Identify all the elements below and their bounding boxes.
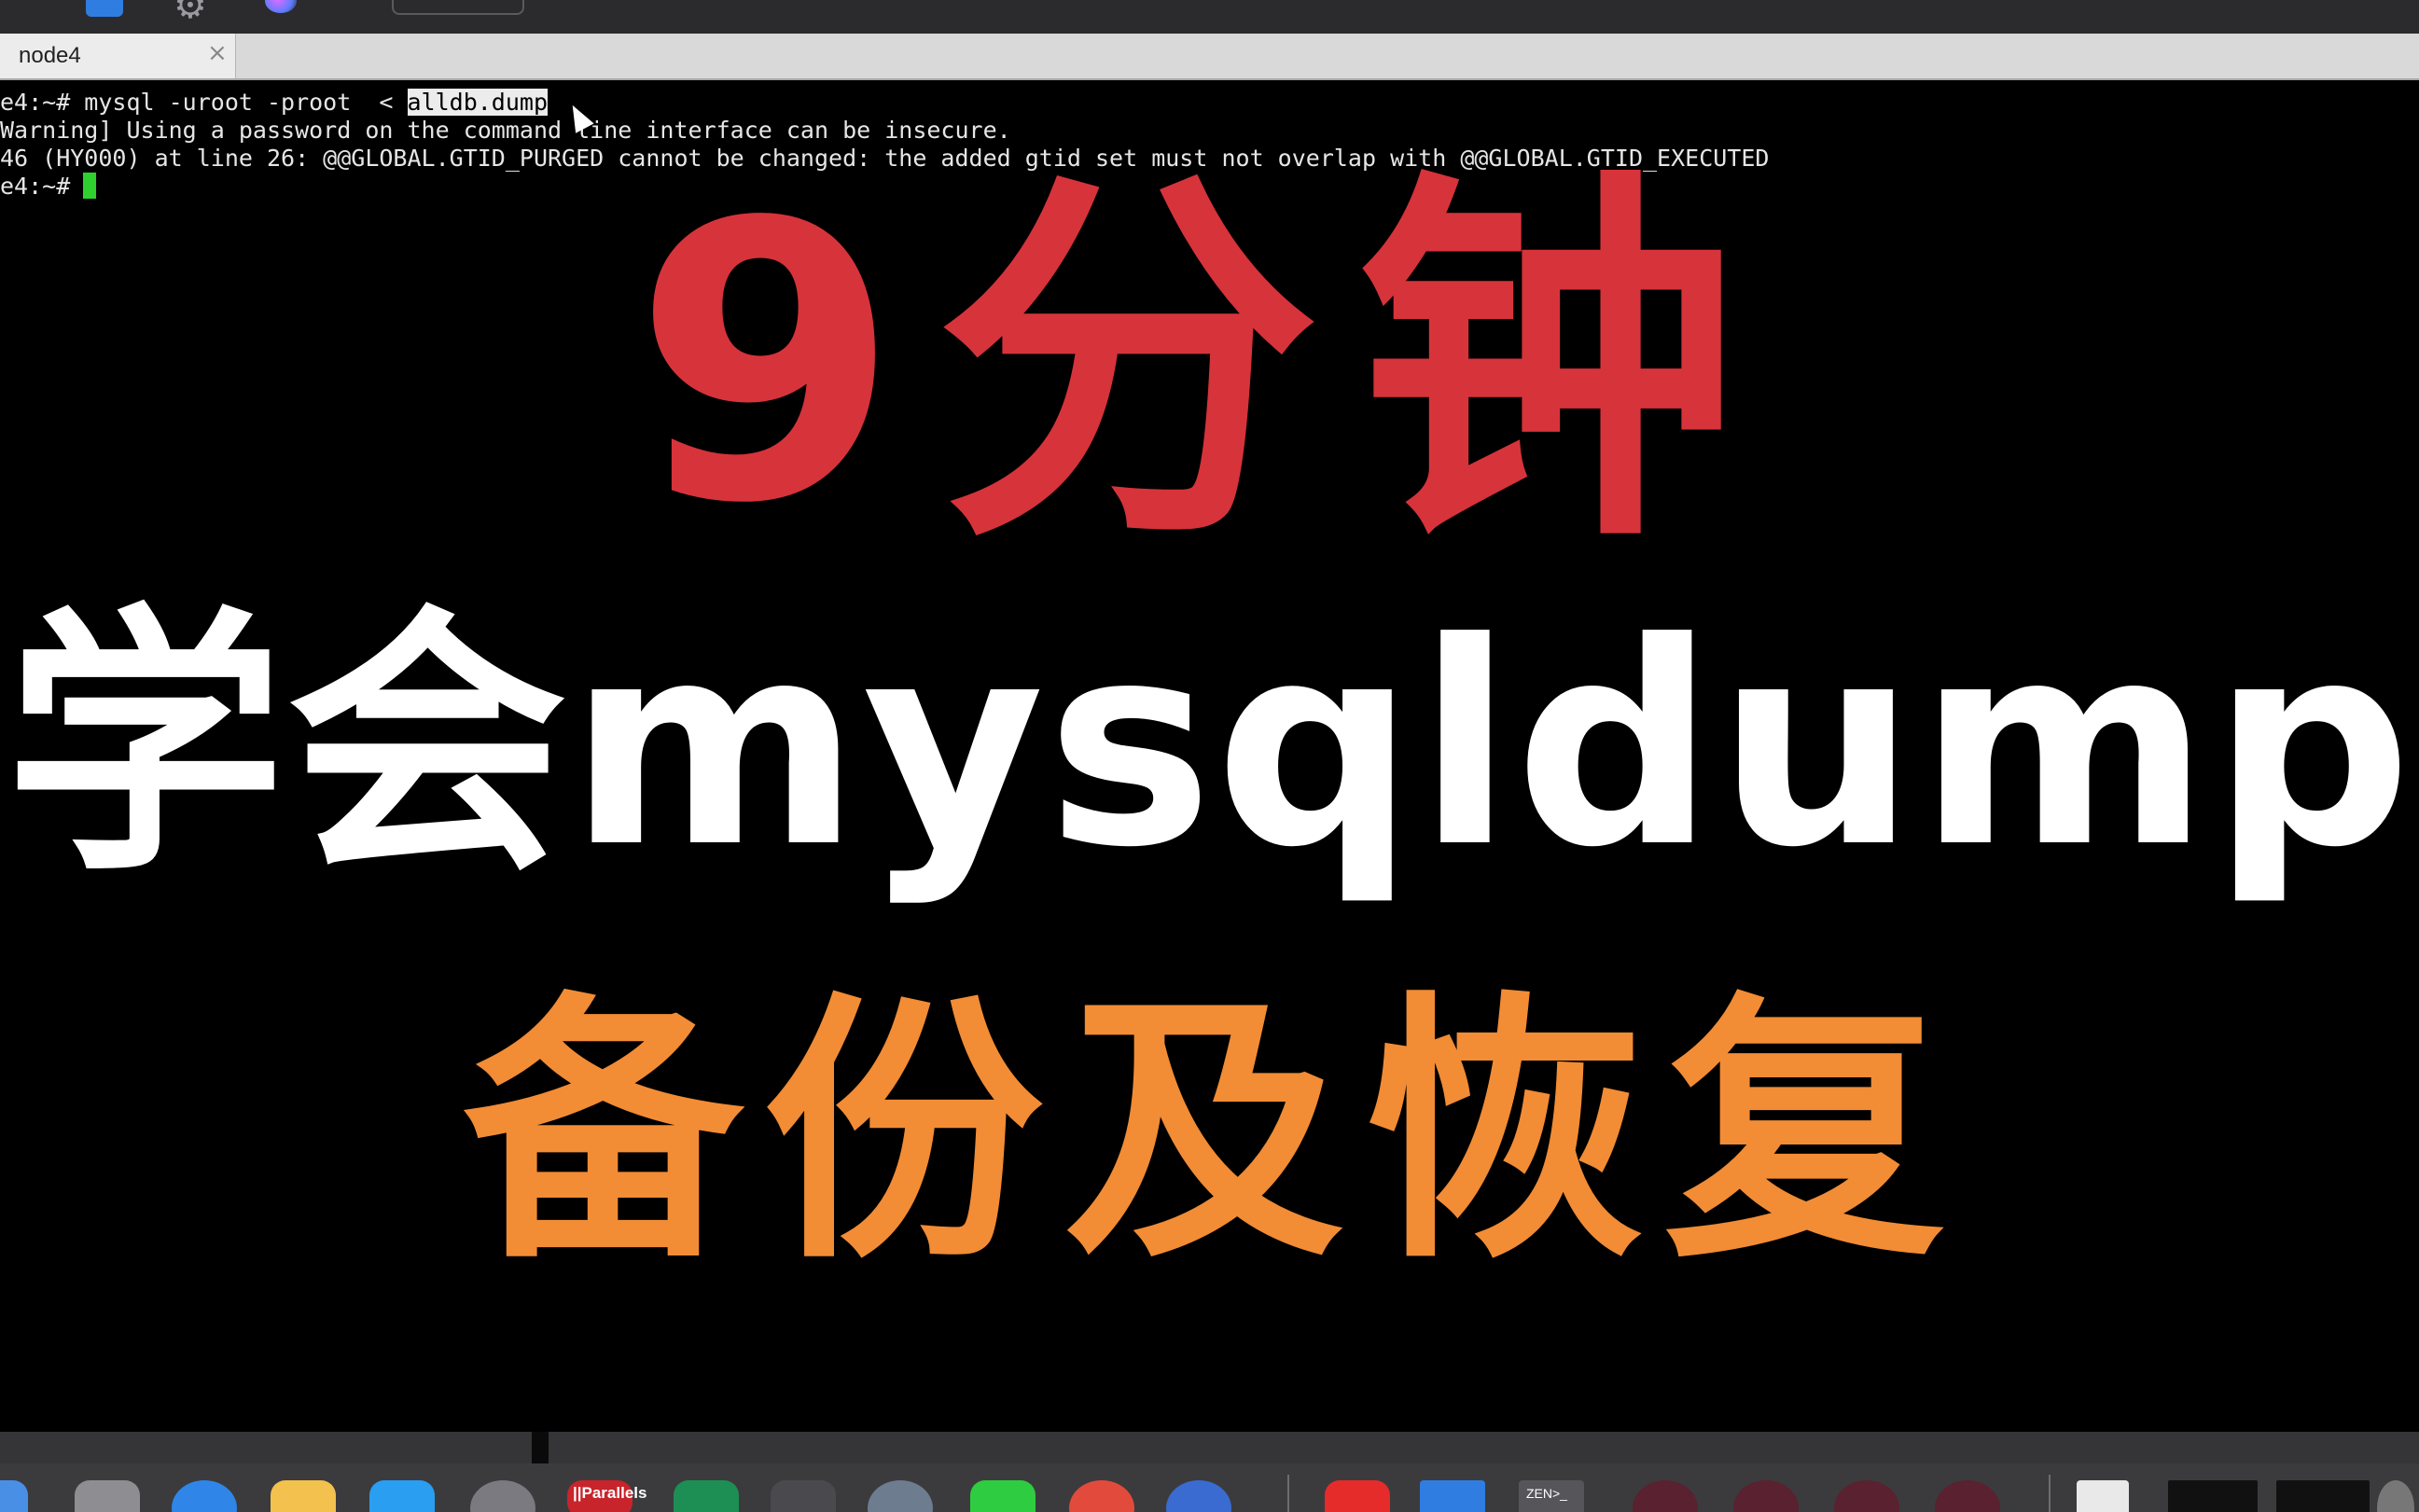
recorder-icon[interactable]: [1834, 1480, 1899, 1512]
zen-label: ZEN>_: [1526, 1486, 1567, 1501]
photos-icon[interactable]: [271, 1480, 336, 1512]
zen-terminal-icon[interactable]: ZEN>_: [1519, 1480, 1584, 1512]
window-thumbnail-icon[interactable]: [2276, 1480, 2370, 1512]
app-blue-icon[interactable]: [86, 0, 123, 17]
dock-separator: [2049, 1475, 2051, 1512]
proxyman-icon[interactable]: [1166, 1480, 1231, 1512]
windows-icon[interactable]: [1420, 1480, 1485, 1512]
dock-separator: [1287, 1475, 1289, 1512]
scrollbar-thumb[interactable]: [532, 1432, 549, 1463]
system-preferences-icon[interactable]: [470, 1480, 535, 1512]
tab-node4[interactable]: node4 ×: [0, 34, 236, 78]
terminal-line-command: e4:~# mysql -uroot -proot < alldb.dump: [0, 89, 549, 117]
parallels-label: ||Parallels: [573, 1484, 647, 1502]
launchpad-icon[interactable]: [75, 1480, 140, 1512]
recorder-icon[interactable]: [1733, 1480, 1799, 1512]
menu-pill[interactable]: [392, 0, 524, 15]
safari-icon[interactable]: [172, 1480, 237, 1512]
youtube-icon[interactable]: [1325, 1480, 1390, 1512]
close-icon[interactable]: ×: [207, 39, 228, 67]
recorder-icon[interactable]: [1633, 1480, 1698, 1512]
recorder-icon[interactable]: [1935, 1480, 2000, 1512]
gear-icon[interactable]: ⚙: [174, 0, 207, 24]
menu-bar: ⚙: [0, 0, 2419, 34]
finder-icon[interactable]: [0, 1480, 28, 1512]
chrome-icon[interactable]: [1069, 1480, 1134, 1512]
siri-icon[interactable]: [265, 0, 297, 13]
command-text: e4:~# mysql -uroot -proot <: [0, 89, 408, 116]
selected-text: alldb.dump: [407, 89, 549, 116]
horizontal-scrollbar[interactable]: [0, 1432, 2419, 1463]
xcode-icon[interactable]: [369, 1480, 435, 1512]
title-9-minutes: 9分钟: [633, 141, 1777, 587]
sublime-icon[interactable]: [771, 1480, 836, 1512]
trash-icon[interactable]: [2377, 1480, 2414, 1512]
dock: ||Parallels ZEN>_: [0, 1463, 2419, 1512]
monitor-icon[interactable]: [868, 1480, 933, 1512]
clion-icon[interactable]: [674, 1480, 739, 1512]
wechat-icon[interactable]: [970, 1480, 1036, 1512]
window-thumbnail-icon[interactable]: [2168, 1480, 2258, 1512]
parallels-icon[interactable]: ||Parallels: [567, 1480, 646, 1512]
tab-label: node4: [19, 43, 81, 68]
tab-bar: node4 ×: [0, 34, 2419, 80]
title-learn-mysqldump: 学会mysqldump: [5, 583, 2414, 909]
title-backup-restore: 备份及恢复: [463, 970, 1966, 1296]
file-icon[interactable]: [2077, 1480, 2129, 1512]
